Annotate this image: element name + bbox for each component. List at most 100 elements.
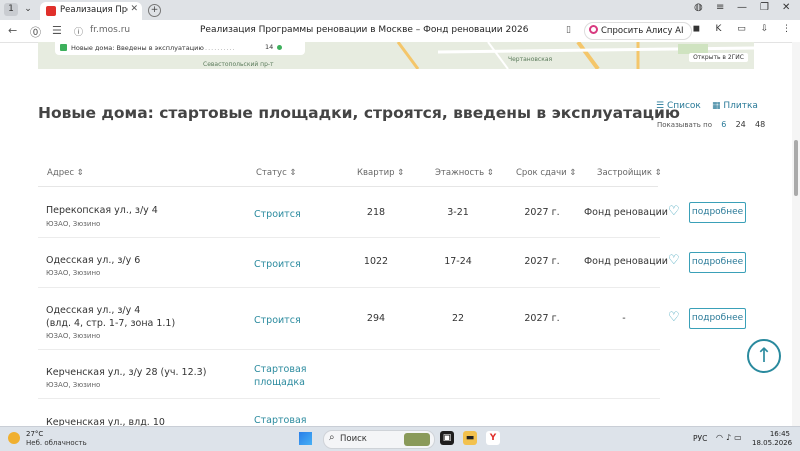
tabs-dropdown-icon[interactable]: ⌄ xyxy=(21,3,35,16)
file-explorer-icon[interactable]: ▬ xyxy=(463,431,477,445)
column-header-address[interactable]: Адрес ⇕ xyxy=(47,168,84,178)
row-status-line2: площадка xyxy=(254,377,305,388)
input-language[interactable]: РУС xyxy=(693,434,707,443)
site-info-icon[interactable]: ⓘ xyxy=(74,25,83,38)
extension-k-icon[interactable]: K xyxy=(712,23,725,36)
close-tab-icon[interactable]: ✕ xyxy=(130,4,138,14)
extension-icon[interactable]: ◼ xyxy=(690,23,703,36)
row-developer: Фонд реновации xyxy=(584,207,668,218)
row-status: Стартовая xyxy=(254,364,307,375)
favorite-heart-icon[interactable]: ♡ xyxy=(668,204,680,219)
clock-date[interactable]: 18.05.2026 xyxy=(752,439,792,447)
scroll-to-top-button[interactable]: ↑ xyxy=(747,339,781,373)
menu-icon[interactable]: ⋮ xyxy=(780,23,793,36)
taskbar-search[interactable]: ⌕ Поиск xyxy=(323,430,435,449)
row-district: ЮЗАО, Зюзино xyxy=(46,220,101,228)
view-list-toggle[interactable]: ☰ Список xyxy=(656,101,701,111)
column-header-apartments[interactable]: Квартир ⇕ xyxy=(357,168,404,178)
page-size-option[interactable]: 6 xyxy=(721,120,726,129)
open-2gis-link[interactable]: Открыть в 2ГИС xyxy=(689,53,748,62)
dots-divider: .......... xyxy=(205,44,236,52)
sort-icon: ⇕ xyxy=(397,168,405,178)
row-deadline: 2027 г. xyxy=(524,207,560,218)
clock-time[interactable]: 16:45 xyxy=(762,430,790,438)
weather-temperature[interactable]: 27°C xyxy=(26,430,43,438)
checkbox-icon[interactable] xyxy=(60,44,67,51)
favorite-heart-icon[interactable]: ♡ xyxy=(668,253,680,268)
page-size-selector: Показывать по 6 24 48 xyxy=(657,120,766,129)
profile-avatar-icon[interactable]: ◍ xyxy=(694,2,703,13)
system-tray-icons[interactable]: ◠♪▭ xyxy=(716,433,745,442)
view-tiles-toggle[interactable]: ▦ Плитка xyxy=(712,101,758,111)
bookmark-icon[interactable]: ▯ xyxy=(566,25,571,35)
column-header-deadline[interactable]: Срок сдачи ⇕ xyxy=(516,168,577,178)
more-details-button[interactable]: подробнее xyxy=(689,202,746,223)
sort-icon: ⇕ xyxy=(654,168,662,178)
restore-icon[interactable]: ❐ xyxy=(760,2,769,13)
browser-menu-icon[interactable]: 1 xyxy=(4,3,18,16)
yandex-browser-icon[interactable]: Y xyxy=(486,431,500,445)
row-apartments: 1022 xyxy=(363,256,389,267)
page-title-text: Реализация Программы реновации в Москве … xyxy=(200,25,529,35)
row-address[interactable]: Одесская ул., з/у 4 xyxy=(46,304,140,317)
page-size-option[interactable]: 24 xyxy=(736,120,746,129)
street-label: Севастопольский пр-т xyxy=(203,61,274,68)
search-highlight-image xyxy=(404,433,430,446)
row-divider xyxy=(38,349,660,350)
row-district: ЮЗАО, Зюзино xyxy=(46,269,101,277)
row-address[interactable]: Перекопская ул., з/у 4 xyxy=(46,204,158,217)
list-icon: ☰ xyxy=(656,101,667,111)
yandex-protect-icon[interactable]: ⓪ xyxy=(30,24,41,40)
windows-start-icon[interactable] xyxy=(299,432,312,445)
favorite-heart-icon[interactable]: ♡ xyxy=(668,310,680,325)
row-address[interactable]: Одесская ул., з/у 6 xyxy=(46,254,140,267)
column-header-status[interactable]: Статус ⇕ xyxy=(256,168,297,178)
row-floors: 3-21 xyxy=(447,207,469,218)
row-address[interactable]: Керченская ул., з/у 28 (уч. 12.3) xyxy=(46,366,206,379)
browser-tab-strip: 1 ⌄ Реализация Программ ✕ + ◍ ≡ — ❐ ✕ xyxy=(0,0,800,20)
sort-icon: ⇕ xyxy=(289,168,297,178)
back-icon[interactable]: ← xyxy=(8,24,17,37)
more-details-button[interactable]: подробнее xyxy=(689,252,746,273)
search-placeholder: Поиск xyxy=(340,434,367,444)
alice-icon xyxy=(589,25,598,34)
column-header-developer[interactable]: Застройщик ⇕ xyxy=(597,168,662,178)
weather-condition[interactable]: Неб. облачность xyxy=(26,439,87,447)
grid-icon: ▦ xyxy=(712,101,724,111)
map-legend[interactable]: Новые дома: Введены в эксплуатацию .....… xyxy=(55,42,305,55)
active-tab[interactable]: Реализация Программ ✕ xyxy=(40,2,142,20)
row-address-line2[interactable]: (влд. 4, стр. 1-7, зона 1.1) xyxy=(46,317,175,330)
bookmarks-icon[interactable]: ☰ xyxy=(52,24,62,37)
more-details-button[interactable]: подробнее xyxy=(689,308,746,329)
address-bar-row: ← ⓪ ☰ ⓘ fr.mos.ru Реализация Программы р… xyxy=(0,20,800,43)
row-divider xyxy=(38,237,660,238)
scrollbar-thumb[interactable] xyxy=(794,140,798,196)
weather-sun-icon[interactable] xyxy=(8,432,20,444)
ask-alice-button[interactable]: Спросить Алису AI xyxy=(584,22,693,40)
row-deadline: 2027 г. xyxy=(524,256,560,267)
site-favicon-icon xyxy=(46,6,56,16)
battery-icon[interactable]: ▭ xyxy=(735,23,748,36)
windows-taskbar: 27°C Неб. облачность ⌕ Поиск ▣ ▬ Y РУС ◠… xyxy=(0,426,800,451)
browser-settings-icon[interactable]: ≡ xyxy=(716,2,724,13)
page-size-option[interactable]: 48 xyxy=(755,120,765,129)
column-header-floors[interactable]: Этажность ⇕ xyxy=(435,168,494,178)
sort-icon: ⇕ xyxy=(569,168,577,178)
url-text[interactable]: fr.mos.ru xyxy=(90,25,130,35)
minimize-icon[interactable]: — xyxy=(737,2,747,13)
row-developer: - xyxy=(622,313,626,324)
map-view[interactable]: Новые дома: Введены в эксплуатацию .....… xyxy=(38,42,754,69)
row-district: ЮЗАО, Зюзино xyxy=(46,332,101,340)
page-heading: Новые дома: стартовые площадки, строятся… xyxy=(38,104,680,122)
row-floors: 17-24 xyxy=(444,256,472,267)
row-developer: Фонд реновации xyxy=(584,256,668,267)
close-window-icon[interactable]: ✕ xyxy=(782,2,790,13)
header-divider xyxy=(38,186,658,187)
downloads-icon[interactable]: ⇩ xyxy=(758,23,771,36)
task-view-icon[interactable]: ▣ xyxy=(440,431,454,445)
tab-title: Реализация Программ xyxy=(60,5,128,15)
row-divider xyxy=(38,398,660,399)
new-tab-button[interactable]: + xyxy=(148,4,161,17)
green-marker-icon xyxy=(277,45,282,50)
scrollbar[interactable] xyxy=(792,42,800,426)
